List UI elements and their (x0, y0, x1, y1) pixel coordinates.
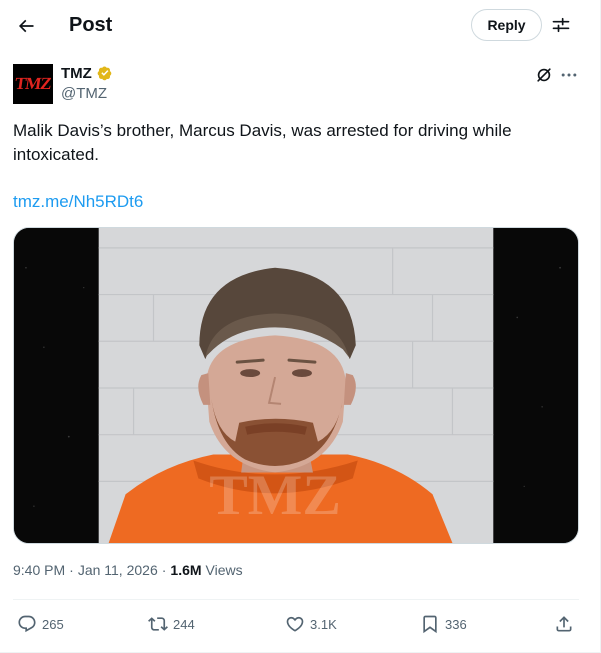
post-text: Malik Davis’s brother, Marcus Davis, was… (13, 121, 512, 164)
author-name: TMZ (61, 64, 92, 82)
bookmark-icon (423, 615, 437, 634)
back-button[interactable] (8, 8, 44, 44)
post-date[interactable]: Jan 11, 2026 (78, 562, 158, 578)
mugshot-photo: TMZ (14, 228, 578, 543)
post-meta: 9:40 PM · Jan 11, 2026 · 1.6M Views (13, 562, 243, 578)
repost-count: 244 (173, 616, 195, 632)
header: Post Reply (0, 0, 600, 52)
share-icon (556, 616, 572, 632)
repost-action[interactable]: 244 (148, 606, 195, 642)
action-bar: 265 244 3.1K 336 (13, 606, 579, 642)
like-count: 3.1K (310, 616, 337, 632)
reply-action[interactable]: 265 (17, 606, 64, 642)
media-watermark: TMZ (209, 464, 341, 527)
reply-icon (18, 615, 36, 633)
author-avatar[interactable]: TMZ (13, 64, 53, 104)
views-label: Views (205, 562, 243, 578)
meta-separator: · (69, 562, 74, 578)
reply-button[interactable]: Reply (471, 9, 542, 41)
post-time[interactable]: 9:40 PM (13, 562, 65, 578)
grok-icon[interactable] (534, 65, 554, 85)
meta-separator-2: · (161, 562, 167, 578)
post-link[interactable]: tmz.me/Nh5RDt6 (13, 190, 143, 214)
filter-button[interactable] (548, 12, 574, 38)
repost-icon (148, 617, 168, 631)
divider (13, 599, 579, 600)
like-action[interactable]: 3.1K (285, 606, 337, 642)
verified-icon (97, 66, 112, 81)
like-icon (286, 616, 304, 632)
bookmark-action[interactable]: 336 (420, 606, 467, 642)
author-handle[interactable]: @TMZ (61, 85, 107, 102)
reply-count: 265 (42, 616, 64, 632)
views-count: 1.6M (170, 562, 202, 578)
filter-icon (552, 17, 570, 33)
post-media[interactable]: TMZ (13, 227, 579, 544)
avatar-logo: TMZ (13, 74, 53, 93)
bookmark-count: 336 (445, 616, 467, 632)
author-name-row[interactable]: TMZ (61, 64, 114, 82)
share-action[interactable] (554, 606, 574, 642)
more-icon[interactable] (559, 65, 579, 85)
back-arrow-icon (18, 19, 34, 33)
page-title: Post (69, 14, 113, 36)
